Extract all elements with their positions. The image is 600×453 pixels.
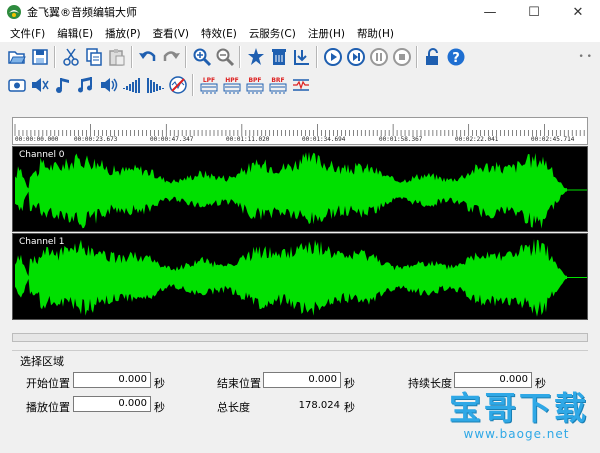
volume-icon[interactable] [98,74,120,96]
bpf-filter-icon[interactable]: BPF [244,74,266,96]
effects-toolbar: LPF HPF BPF BRF [0,71,600,99]
end-position-label: 结束位置 [217,377,261,390]
fade-out-icon[interactable] [144,74,166,96]
horizontal-scrollbar[interactable] [12,333,588,342]
minimize-button[interactable]: — [468,0,512,24]
waveform-graphic [15,239,587,317]
channel-0-label: Channel 0 [19,150,65,160]
watermark-title: 宝哥下载 [449,389,590,427]
time-label: 00:00:23.673 [74,136,118,143]
play-position-label: 播放位置 [26,401,70,414]
help-icon[interactable]: ? [445,46,467,68]
play-selection-icon[interactable] [345,46,367,68]
channel-0-waveform[interactable]: Channel 0 [12,146,588,232]
time-label: 00:02:45.714 [531,136,575,143]
title-bar: 金飞翼®音频编辑大师 — ☐ ✕ [0,0,600,24]
watermark: 宝哥下载 www.baoge.net [449,389,590,441]
noise-remove-icon[interactable] [167,74,189,96]
menu-file[interactable]: 文件(F) [4,26,51,41]
duration-field[interactable]: 0.000 [454,372,532,388]
time-label: 00:01:34.694 [302,136,346,143]
time-label: 00:01:58.367 [379,136,423,143]
copy-icon[interactable] [83,46,105,68]
timeline-labels: 00:00:00.000 00:00:23.673 00:00:47.347 0… [13,136,587,145]
redo-icon[interactable] [160,46,182,68]
record-icon[interactable] [6,74,28,96]
open-icon[interactable] [6,46,28,68]
menu-edit[interactable]: 编辑(E) [51,26,99,41]
undo-icon[interactable] [137,46,159,68]
note-icon[interactable] [52,74,74,96]
mute-icon[interactable] [29,74,51,96]
zoom-out-icon[interactable] [214,46,236,68]
fade-in-icon[interactable] [121,74,143,96]
menu-play[interactable]: 播放(P) [99,26,147,41]
close-button[interactable]: ✕ [556,0,600,24]
music-icon[interactable] [75,74,97,96]
toolbar-overflow-icon[interactable]: • • [579,52,592,62]
end-unit: 秒 [344,377,355,390]
save-icon[interactable] [29,46,51,68]
cut-icon[interactable] [60,46,82,68]
zoom-in-icon[interactable] [191,46,213,68]
total-unit: 秒 [344,401,355,414]
play-position-field[interactable]: 0.000 [73,396,151,412]
menu-register[interactable]: 注册(H) [302,26,351,41]
main-toolbar: ? • • [0,43,600,71]
channel-1-label: Channel 1 [19,237,65,247]
menu-bar: 文件(F) 编辑(E) 播放(P) 查看(V) 特效(E) 云服务(C) 注册(… [0,24,600,42]
hpf-filter-icon[interactable]: HPF [221,74,243,96]
channel-1-waveform[interactable]: Channel 1 [12,233,588,320]
paste-icon[interactable] [106,46,128,68]
play-unit: 秒 [154,401,165,414]
time-label: 00:00:47.347 [150,136,194,143]
window-title: 金飞翼®音频编辑大师 [27,6,137,19]
pause-icon[interactable] [368,46,390,68]
svg-text:LPF: LPF [203,77,215,84]
time-label: 00:01:11.020 [226,136,270,143]
time-label: 00:02:22.041 [455,136,499,143]
end-position-field[interactable]: 0.000 [263,372,341,388]
menu-help[interactable]: 帮助(H) [351,26,400,41]
svg-text:?: ? [452,51,460,66]
trim-icon[interactable] [291,46,313,68]
time-label: 00:00:00.000 [15,136,59,143]
start-position-label: 开始位置 [26,377,70,390]
effect-star-icon[interactable] [245,46,267,68]
timeline-ticks [14,124,585,136]
app-logo-icon [7,5,21,19]
equalizer-icon[interactable] [290,74,312,96]
svg-text:BRF: BRF [271,77,284,84]
maximize-button[interactable]: ☐ [512,0,556,24]
play-icon[interactable] [322,46,344,68]
lpf-filter-icon[interactable]: LPF [198,74,220,96]
duration-label: 持续长度 [408,377,452,390]
svg-text:BPF: BPF [248,77,261,84]
watermark-url: www.baoge.net [463,427,570,441]
svg-text:HPF: HPF [225,77,239,84]
menu-effects[interactable]: 特效(E) [195,26,243,41]
start-position-field[interactable]: 0.000 [73,372,151,388]
delete-icon[interactable] [268,46,290,68]
waveform-graphic [15,151,587,229]
menu-view[interactable]: 查看(V) [147,26,195,41]
stop-icon[interactable] [391,46,413,68]
menu-cloud[interactable]: 云服务(C) [243,26,302,41]
selection-group-title: 选择区域 [18,353,66,369]
total-length-value: 178.024 [298,400,340,411]
start-unit: 秒 [154,377,165,390]
unlock-icon[interactable] [422,46,444,68]
total-length-label: 总长度 [217,401,250,414]
timeline-ruler[interactable]: 00:00:00.000 00:00:23.673 00:00:47.347 0… [12,117,588,145]
brf-filter-icon[interactable]: BRF [267,74,289,96]
